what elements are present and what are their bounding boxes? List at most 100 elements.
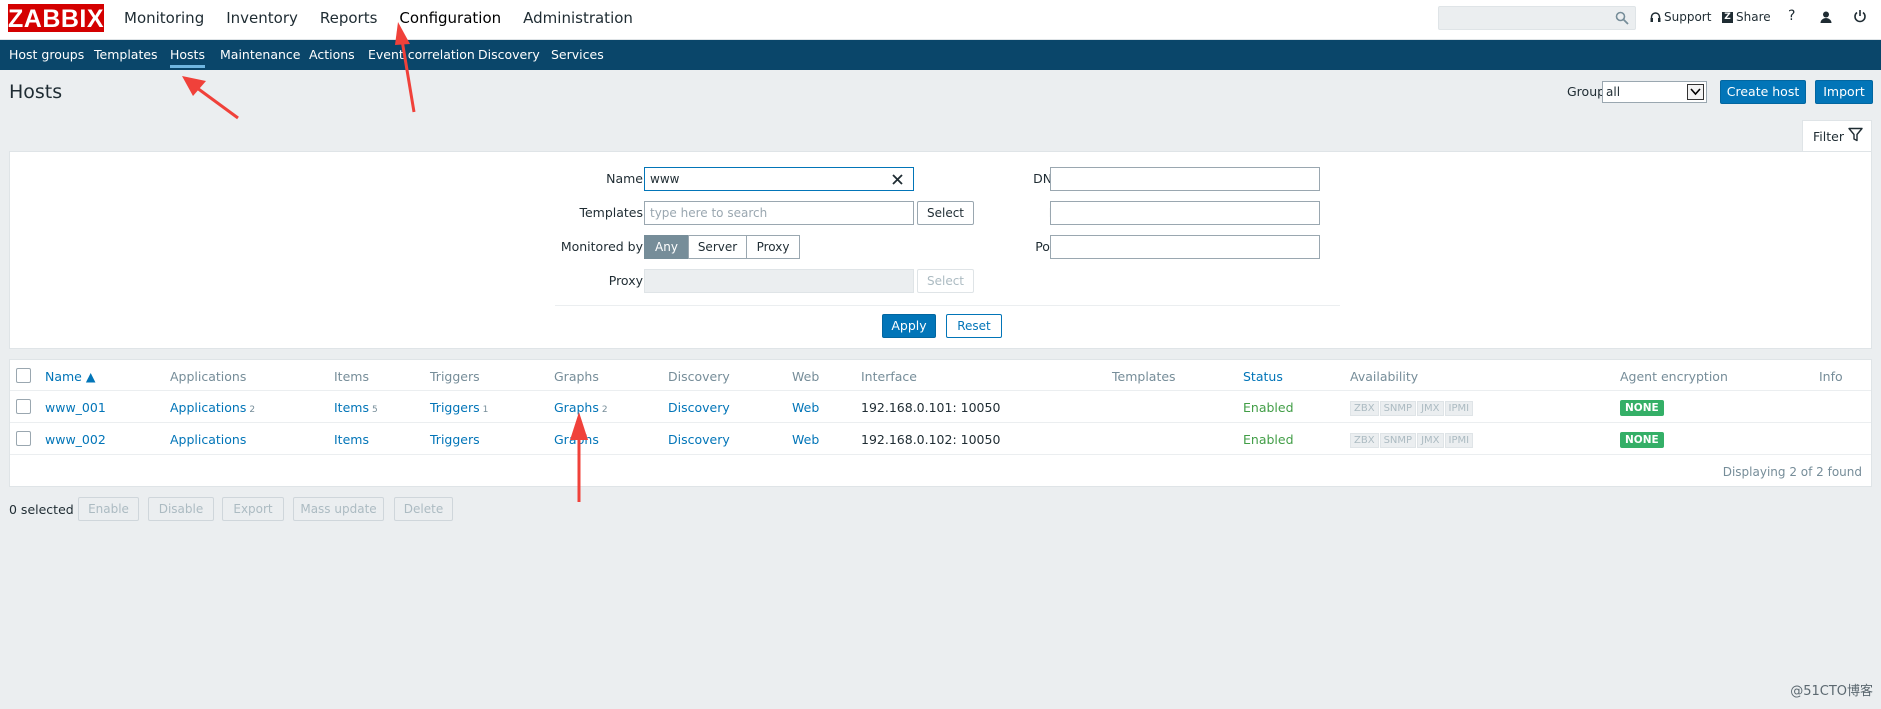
group-select[interactable]: all (1602, 81, 1707, 103)
items-link[interactable]: Items (334, 432, 369, 447)
global-search[interactable] (1438, 6, 1636, 30)
host-name-link[interactable]: www_002 (45, 432, 106, 447)
menu-reports[interactable]: Reports (320, 9, 378, 27)
templates-select-button[interactable]: Select (917, 201, 974, 225)
table-row: www_002 Applications Items Triggers Grap… (10, 422, 1871, 454)
dns-field[interactable] (1050, 167, 1320, 191)
user-profile-icon[interactable] (1819, 10, 1833, 24)
clear-icon[interactable] (892, 174, 903, 185)
funnel-icon (1848, 127, 1863, 142)
column-status[interactable]: Status (1243, 369, 1283, 384)
submenu-services[interactable]: Services (551, 47, 604, 62)
column-name[interactable]: Name ▲ (45, 369, 95, 384)
group-select-value: all (1606, 85, 1621, 99)
triggers-link[interactable]: Triggers (430, 432, 480, 447)
interface-value: 192.168.0.101: 10050 (861, 400, 1001, 415)
watermark: @51CTO博客 (1790, 684, 1873, 699)
monitored-server-option[interactable]: Server (688, 235, 747, 259)
monitored-proxy-option[interactable]: Proxy (746, 235, 800, 259)
name-field[interactable]: www (644, 167, 914, 191)
import-button[interactable]: Import (1815, 80, 1873, 104)
support-link[interactable]: Support (1650, 10, 1711, 24)
column-info: Info (1819, 369, 1843, 384)
select-all-checkbox[interactable] (16, 368, 31, 383)
results-count: Displaying 2 of 2 found (1722, 465, 1862, 479)
applications-link[interactable]: Applications (170, 432, 246, 447)
menu-administration[interactable]: Administration (523, 9, 633, 27)
ip-field[interactable] (1050, 201, 1320, 225)
search-icon[interactable] (1615, 11, 1629, 25)
headset-icon (1650, 11, 1661, 22)
port-label: Port (1035, 239, 1060, 254)
discovery-link[interactable]: Discovery (668, 432, 730, 447)
triggers-link[interactable]: Triggers (430, 400, 480, 415)
column-availability: Availability (1350, 369, 1419, 384)
graphs-count: 2 (601, 405, 608, 415)
selected-count: 0 selected (9, 502, 74, 517)
top-bar: ZABBIX Monitoring Inventory Reports Conf… (0, 0, 1881, 40)
monitored-by-label: Monitored by (560, 239, 643, 254)
proxy-label: Proxy (608, 273, 643, 288)
mass-update-button[interactable]: Mass update (293, 497, 384, 521)
filter-divider (555, 305, 1340, 306)
name-label: Name (606, 171, 643, 186)
name-field-value: www (650, 172, 680, 186)
monitored-any-option[interactable]: Any (644, 235, 689, 259)
sign-out-icon[interactable] (1853, 9, 1867, 23)
proxy-select-button: Select (917, 269, 974, 293)
discovery-link[interactable]: Discovery (668, 400, 730, 415)
submenu-templates[interactable]: Templates (94, 47, 158, 62)
host-name-link[interactable]: www_001 (45, 400, 106, 415)
applications-count: 2 (249, 405, 256, 415)
graphs-link[interactable]: Graphs (554, 432, 599, 447)
submenu-maintenance[interactable]: Maintenance (220, 47, 301, 62)
zabbix-logo[interactable]: ZABBIX (8, 4, 104, 33)
submenu-actions[interactable]: Actions (309, 47, 355, 62)
share-link[interactable]: Z Share (1722, 10, 1771, 24)
search-input[interactable] (1439, 7, 1609, 29)
submenu-discovery[interactable]: Discovery (478, 47, 540, 62)
menu-monitoring[interactable]: Monitoring (124, 9, 204, 27)
disable-button[interactable]: Disable (148, 497, 214, 521)
reset-button[interactable]: Reset (946, 314, 1002, 338)
row-checkbox[interactable] (16, 431, 31, 446)
web-link[interactable]: Web (792, 432, 819, 447)
column-agent-encryption: Agent encryption (1620, 369, 1728, 384)
chevron-down-icon (1687, 84, 1704, 100)
snmp-indicator: SNMP (1379, 433, 1417, 448)
applications-link[interactable]: Applications (170, 400, 246, 415)
graphs-link[interactable]: Graphs (554, 400, 599, 415)
availability-indicators: ZBX SNMP JMX IPMI (1350, 433, 1474, 448)
column-applications: Applications (170, 369, 247, 384)
filter-panel: Name www Templates type here to search S… (9, 151, 1872, 349)
port-field[interactable] (1050, 235, 1320, 259)
encryption-badge: NONE (1620, 400, 1664, 416)
templates-field[interactable]: type here to search (644, 201, 914, 225)
help-icon[interactable]: ? (1788, 8, 1795, 24)
web-link[interactable]: Web (792, 400, 819, 415)
dns-label: DNS (1033, 171, 1060, 186)
apply-button[interactable]: Apply (882, 314, 936, 338)
column-templates: Templates (1112, 369, 1176, 384)
items-link[interactable]: Items (334, 400, 369, 415)
submenu-host-groups[interactable]: Host groups (9, 47, 84, 62)
hosts-table: Name ▲ Applications Items Triggers Graph… (9, 359, 1872, 487)
filter-tab[interactable]: Filter (1802, 120, 1872, 153)
enable-button[interactable]: Enable (78, 497, 139, 521)
delete-button[interactable]: Delete (394, 497, 453, 521)
row-checkbox[interactable] (16, 399, 31, 414)
status-toggle[interactable]: Enabled (1243, 432, 1294, 447)
submenu-event-correlation[interactable]: Event correlation (368, 47, 475, 62)
status-toggle[interactable]: Enabled (1243, 400, 1294, 415)
share-icon: Z (1722, 11, 1733, 23)
create-host-button[interactable]: Create host (1720, 80, 1806, 104)
export-button[interactable]: Export (222, 497, 284, 521)
column-items: Items (334, 369, 369, 384)
submenu-hosts[interactable]: Hosts (170, 47, 205, 68)
menu-inventory[interactable]: Inventory (226, 9, 298, 27)
menu-configuration[interactable]: Configuration (399, 9, 501, 27)
column-web: Web (792, 369, 820, 384)
ip-label: IP (970, 205, 1060, 220)
column-graphs: Graphs (554, 369, 599, 384)
share-label: Share (1736, 10, 1771, 24)
